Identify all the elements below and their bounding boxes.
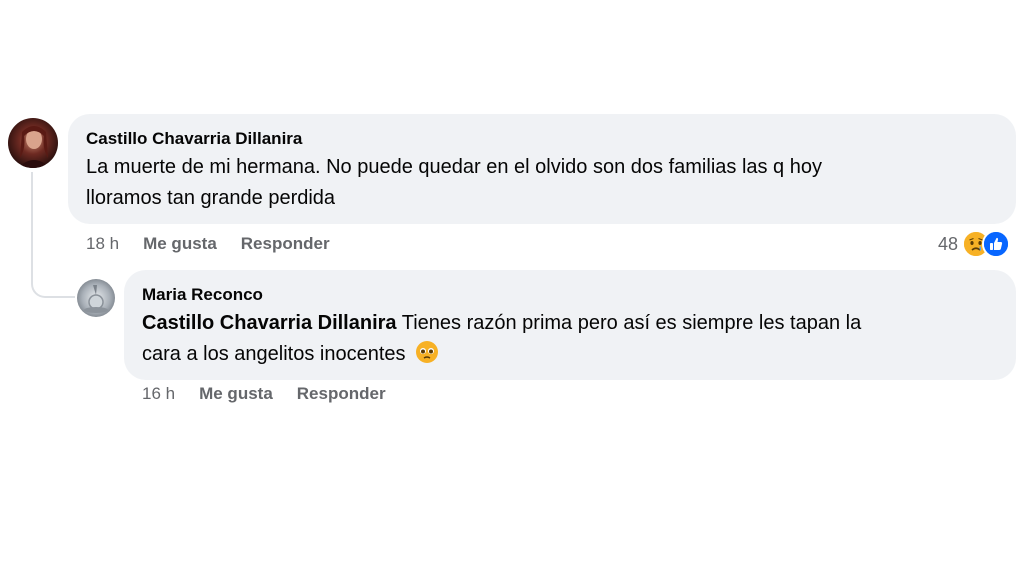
reply-author[interactable]: Maria Reconco: [142, 284, 998, 306]
avatar[interactable]: [8, 118, 58, 168]
comment-actions: 18 h Me gusta Responder: [86, 234, 330, 254]
comment-text: La muerte de mi hermana. No puede quedar…: [86, 152, 998, 214]
reply-button[interactable]: Responder: [297, 384, 386, 404]
reply-actions: 16 h Me gusta Responder: [142, 384, 386, 404]
reply-button[interactable]: Responder: [241, 234, 330, 254]
avatar[interactable]: [77, 279, 115, 317]
reaction-count: 48: [937, 233, 958, 254]
reply-timestamp[interactable]: 16 h: [142, 384, 175, 404]
mention-link[interactable]: Castillo Chavarria Dillanira: [142, 312, 397, 334]
reply-text-line-1: Tienes razón prima pero así es siempre l…: [396, 312, 862, 334]
like-button[interactable]: Me gusta: [143, 234, 217, 254]
reaction-icons: [962, 230, 1010, 258]
comment-text-line-2: lloramos tan grande perdida: [86, 187, 336, 209]
comment-timestamp[interactable]: 18 h: [86, 234, 119, 254]
comment-author[interactable]: Castillo Chavarria Dillanira: [86, 128, 998, 150]
reply-bubble: Maria Reconco Castillo Chavarria Dillani…: [124, 270, 1016, 380]
pleading-face-icon: [416, 341, 439, 363]
profile-photo-icon: [8, 118, 58, 168]
comment-bubble: Castillo Chavarria Dillanira La muerte d…: [68, 114, 1016, 224]
reply-text: Castillo Chavarria Dillanira Tienes razó…: [142, 308, 998, 370]
reactions-summary[interactable]: 48: [938, 230, 1010, 258]
comment-thread: Castillo Chavarria Dillanira La muerte d…: [0, 0, 1024, 576]
like-button[interactable]: Me gusta: [199, 384, 273, 404]
comment-text-line-1: La muerte de mi hermana. No puede quedar…: [86, 156, 822, 178]
like-thumb-icon: [982, 230, 1010, 258]
reply-text-line-2: cara a los angelitos inocentes: [142, 343, 406, 365]
profile-photo-icon: [77, 279, 115, 317]
